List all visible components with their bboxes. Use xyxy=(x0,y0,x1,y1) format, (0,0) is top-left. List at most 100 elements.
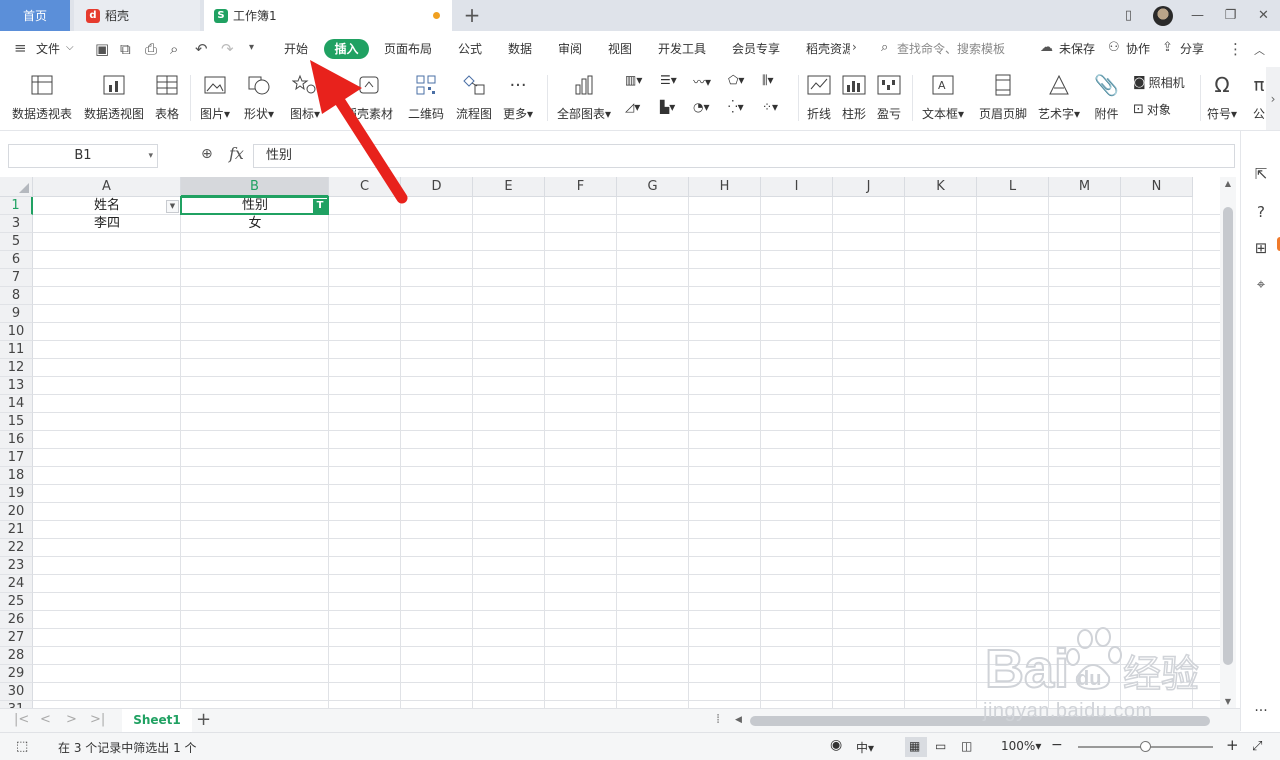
export-icon[interactable]: ⧉ xyxy=(120,40,131,58)
quick-access-more-icon[interactable]: ▾ xyxy=(249,42,254,53)
fx-label[interactable]: fx xyxy=(229,144,244,163)
pie-chart-small-icon[interactable]: ◔▾ xyxy=(693,100,710,114)
window-layout-icon[interactable]: ▯ xyxy=(1112,8,1145,23)
column-header-g[interactable]: G xyxy=(617,177,689,197)
vertical-scroll-thumb[interactable] xyxy=(1223,207,1233,665)
scatter-chart-small-icon[interactable]: ⁛▾ xyxy=(728,100,744,114)
sparkline-line-button[interactable]: 折线 xyxy=(806,71,832,122)
row-header-26[interactable]: 26 xyxy=(0,611,33,629)
tab-start[interactable]: 开始 xyxy=(284,40,308,57)
eye-protection-icon[interactable]: ◉ xyxy=(830,737,842,753)
row-header-16[interactable]: 16 xyxy=(0,431,33,449)
cell-a3[interactable]: 李四 xyxy=(33,215,181,233)
icon-button[interactable]: 图标▾ xyxy=(290,71,320,122)
last-sheet-icon[interactable]: >| xyxy=(90,712,105,727)
column-header-a[interactable]: A xyxy=(33,177,181,197)
textbox-button[interactable]: A 文本框▾ xyxy=(922,71,964,122)
pivot-chart-button[interactable]: 数据透视图 xyxy=(84,71,144,122)
column-header-h[interactable]: H xyxy=(689,177,761,197)
name-box-dropdown-icon[interactable]: ▾ xyxy=(148,145,153,167)
row-header-1[interactable]: 1 xyxy=(0,197,33,215)
file-menu[interactable]: 文件 xyxy=(36,40,60,57)
cell-a1[interactable]: 姓名 xyxy=(33,197,181,215)
row-header-14[interactable]: 14 xyxy=(0,395,33,413)
tab-view[interactable]: 视图 xyxy=(608,40,632,57)
tab-insert[interactable]: 插入 xyxy=(324,39,369,59)
input-method-icon[interactable]: 中▾ xyxy=(856,739,874,756)
row-header-9[interactable]: 9 xyxy=(0,305,33,323)
row-header-12[interactable]: 12 xyxy=(0,359,33,377)
fullscreen-icon[interactable]: ⤢ xyxy=(1252,739,1262,754)
new-tab-button[interactable]: + xyxy=(460,3,484,27)
tab-daoke-resource[interactable]: 稻壳资源 xyxy=(806,40,850,57)
column-chart-small-icon[interactable]: ▥▾ xyxy=(625,73,642,87)
zoom-out-button[interactable]: − xyxy=(1051,737,1063,753)
tab-review[interactable]: 审阅 xyxy=(558,40,582,57)
close-button[interactable]: ✕ xyxy=(1247,8,1280,23)
flowchart-button[interactable]: 流程图 xyxy=(456,71,492,122)
bar-chart-small-icon[interactable]: ☰▾ xyxy=(660,73,677,87)
more-button[interactable]: ··· 更多▾ xyxy=(503,71,533,122)
row-header-18[interactable]: 18 xyxy=(0,467,33,485)
symbol-button[interactable]: Ω 符号▾ xyxy=(1207,71,1237,122)
zoom-level[interactable]: 100%▾ xyxy=(1001,739,1041,753)
row-header-11[interactable]: 11 xyxy=(0,341,33,359)
scroll-left-icon[interactable]: ◀ xyxy=(735,715,742,725)
cell-b3[interactable]: 女 xyxy=(181,215,329,233)
row-header-31[interactable]: 31 xyxy=(0,701,33,708)
split-handle-icon[interactable]: ⁞ xyxy=(716,712,720,727)
normal-view-icon[interactable]: ▦ xyxy=(909,739,920,753)
picture-button[interactable]: 图片▾ xyxy=(200,71,230,122)
area-chart-small-icon[interactable]: ◿▾ xyxy=(625,100,640,114)
collapse-ribbon-icon[interactable]: ︿ xyxy=(1254,42,1265,58)
save-icon[interactable]: ▣ xyxy=(95,40,109,58)
tab-page-layout[interactable]: 页面布局 xyxy=(384,40,432,57)
scroll-up-icon[interactable]: ▲ xyxy=(1220,179,1236,188)
row-header-25[interactable]: 25 xyxy=(0,593,33,611)
column-header-c[interactable]: C xyxy=(329,177,401,197)
bubble-chart-small-icon[interactable]: ⁘▾ xyxy=(762,100,778,114)
camera-button[interactable]: ◙ 照相机 xyxy=(1133,74,1185,91)
select-all-corner[interactable] xyxy=(0,177,33,197)
pivot-table-button[interactable]: 数据透视表 xyxy=(12,71,72,122)
macro-record-icon[interactable]: ⬚ xyxy=(16,739,28,754)
sheet-tab-sheet1[interactable]: Sheet1 xyxy=(122,709,192,732)
user-avatar[interactable] xyxy=(1153,5,1173,26)
shape-button[interactable]: 形状▾ xyxy=(244,71,274,122)
ribbon-scroll-right-icon[interactable]: › xyxy=(1266,67,1280,130)
attachment-button[interactable]: 📎 附件 xyxy=(1094,71,1119,122)
row-header-19[interactable]: 19 xyxy=(0,485,33,503)
print-preview-icon[interactable]: ⌕ xyxy=(170,40,178,58)
page-break-view-icon[interactable]: ◫ xyxy=(961,739,972,753)
column-header-b[interactable]: B xyxy=(181,177,329,197)
collab-button[interactable]: 协作 xyxy=(1126,40,1150,57)
row-header-15[interactable]: 15 xyxy=(0,413,33,431)
unsaved-button[interactable]: 未保存 xyxy=(1059,40,1095,57)
row-header-29[interactable]: 29 xyxy=(0,665,33,683)
filter-dropdown-icon[interactable]: ▼ xyxy=(166,200,179,213)
row-header-6[interactable]: 6 xyxy=(0,251,33,269)
row-header-24[interactable]: 24 xyxy=(0,575,33,593)
header-footer-button[interactable]: 页眉页脚 xyxy=(979,71,1027,122)
chevron-down-icon[interactable]: ⌵ xyxy=(66,42,74,53)
column-header-m[interactable]: M xyxy=(1049,177,1121,197)
prev-sheet-icon[interactable]: < xyxy=(40,712,51,727)
help-icon[interactable]: ? xyxy=(1251,203,1271,221)
tab-daoke[interactable]: d 稻壳 xyxy=(74,0,200,31)
column-header-j[interactable]: J xyxy=(833,177,905,197)
radar-chart-small-icon[interactable]: ⬠▾ xyxy=(728,73,744,87)
sparkline-column-button[interactable]: 柱形 xyxy=(841,71,867,122)
zoom-formula-icon[interactable]: ⊕ xyxy=(201,146,213,162)
all-charts-button[interactable]: 全部图表▾ xyxy=(557,71,611,122)
add-sheet-button[interactable]: + xyxy=(196,709,211,730)
row-header-23[interactable]: 23 xyxy=(0,557,33,575)
sparkline-winloss-button[interactable]: 盈亏 xyxy=(876,71,902,122)
column-header-n[interactable]: N xyxy=(1121,177,1193,197)
name-box[interactable]: B1 ▾ xyxy=(8,144,158,168)
material-icon[interactable]: ⊞ xyxy=(1251,239,1271,257)
daoke-material-button[interactable]: 稻壳素材 xyxy=(345,71,393,122)
location-icon[interactable]: ⌖ xyxy=(1251,275,1271,293)
tab-data[interactable]: 数据 xyxy=(508,40,532,57)
row-header-10[interactable]: 10 xyxy=(0,323,33,341)
tab-formula[interactable]: 公式 xyxy=(458,40,482,57)
